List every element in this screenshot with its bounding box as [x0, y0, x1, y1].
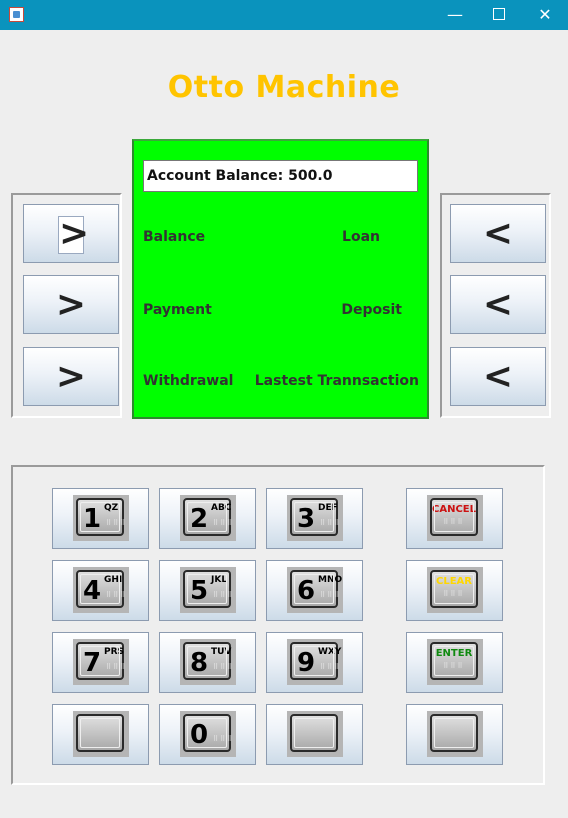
arrow-right-icon: > — [55, 284, 87, 325]
key-letters: MNO — [318, 575, 343, 585]
key-8[interactable]: 8 TUV ⠿⠿⠿ — [159, 632, 256, 693]
key-number: 1 — [83, 504, 102, 534]
key-6[interactable]: 6 MNO ⠿⠿⠿ — [266, 560, 363, 621]
key-2[interactable]: 2 ABC ⠿⠿⠿ — [159, 488, 256, 549]
braille-dots: ⠿⠿⠿ — [443, 518, 465, 526]
keypad-panel: 1 QZ ⠿⠿⠿ 2 ABC ⠿⠿⠿ 3 DEF ⠿⠿⠿ CANCEL ⠿⠿⠿ 4 GHI ⠿⠿⠿… — [11, 465, 545, 785]
blank-function-key[interactable] — [406, 704, 503, 765]
option-loan: Loan — [342, 229, 380, 245]
right-select-button-1[interactable]: < — [450, 204, 546, 263]
key-number: 4 — [83, 576, 102, 606]
cancel-label: CANCEL — [432, 504, 476, 515]
key-letters: PRS — [104, 647, 125, 657]
left-select-button-1[interactable]: > — [23, 204, 119, 263]
clear-button[interactable]: CLEAR ⠿⠿⠿ — [406, 560, 503, 621]
arrow-right-icon: > — [58, 213, 90, 254]
braille-dots: ⠿⠿⠿ — [213, 591, 235, 599]
app-title: Otto Machine — [167, 70, 401, 105]
key-number: 7 — [83, 648, 102, 678]
minimize-button[interactable]: — — [432, 0, 478, 30]
key-0[interactable]: 0 ⠿⠿⠿ — [159, 704, 256, 765]
left-side-panel: > > > — [11, 193, 122, 418]
option-latest-transaction: Lastest Trannsaction — [254, 373, 419, 389]
right-side-panel: < < < — [440, 193, 551, 418]
key-5[interactable]: 5 JKL ⠿⠿⠿ — [159, 560, 256, 621]
key-number: 2 — [190, 504, 209, 534]
option-payment: Payment — [143, 302, 212, 318]
blank-key-left[interactable] — [52, 704, 149, 765]
left-select-button-3[interactable]: > — [23, 347, 119, 406]
arrow-left-icon: < — [482, 213, 514, 254]
braille-dots: ⠿⠿⠿ — [443, 662, 465, 670]
option-balance: Balance — [143, 229, 206, 245]
braille-dots: ⠿⠿⠿ — [213, 735, 235, 743]
key-letters: TUV — [211, 647, 232, 657]
key-letters: ABC — [211, 503, 232, 513]
key-number: 0 — [190, 720, 209, 750]
braille-dots: ⠿⠿⠿ — [320, 663, 342, 671]
key-9[interactable]: 9 WXY ⠿⠿⠿ — [266, 632, 363, 693]
key-1[interactable]: 1 QZ ⠿⠿⠿ — [52, 488, 149, 549]
key-letters: JKL — [211, 575, 228, 585]
arrow-left-icon: < — [482, 356, 514, 397]
key-letters: DEF — [318, 503, 338, 513]
key-letters: QZ — [104, 503, 119, 513]
right-select-button-3[interactable]: < — [450, 347, 546, 406]
key-3[interactable]: 3 DEF ⠿⠿⠿ — [266, 488, 363, 549]
braille-dots: ⠿⠿⠿ — [213, 519, 235, 527]
cancel-button[interactable]: CANCEL ⠿⠿⠿ — [406, 488, 503, 549]
arrow-right-icon: > — [55, 356, 87, 397]
key-number: 5 — [190, 576, 209, 606]
enter-button[interactable]: ENTER ⠿⠿⠿ — [406, 632, 503, 693]
maximize-button[interactable] — [476, 0, 522, 30]
key-number: 9 — [297, 648, 316, 678]
window-titlebar: — ✕ — [0, 0, 568, 30]
key-number: 8 — [190, 648, 209, 678]
atm-screen: Account Balance: 500.0 Balance Loan Paym… — [132, 139, 429, 419]
braille-dots: ⠿⠿⠿ — [106, 591, 128, 599]
maximize-icon — [493, 8, 505, 20]
braille-dots: ⠿⠿⠿ — [106, 519, 128, 527]
java-app-icon — [9, 7, 24, 22]
option-deposit: Deposit — [341, 302, 402, 318]
key-letters: GHI — [104, 575, 123, 585]
blank-key-right[interactable] — [266, 704, 363, 765]
braille-dots: ⠿⠿⠿ — [443, 590, 465, 598]
arrow-left-icon: < — [482, 284, 514, 325]
key-7[interactable]: 7 PRS ⠿⠿⠿ — [52, 632, 149, 693]
braille-dots: ⠿⠿⠿ — [106, 663, 128, 671]
key-4[interactable]: 4 GHI ⠿⠿⠿ — [52, 560, 149, 621]
braille-dots: ⠿⠿⠿ — [320, 591, 342, 599]
clear-label: CLEAR — [436, 576, 472, 587]
key-number: 3 — [297, 504, 316, 534]
key-number: 6 — [297, 576, 316, 606]
left-select-button-2[interactable]: > — [23, 275, 119, 334]
close-button[interactable]: ✕ — [522, 0, 568, 30]
braille-dots: ⠿⠿⠿ — [320, 519, 342, 527]
option-withdrawal: Withdrawal — [143, 373, 234, 389]
key-letters: WXY — [318, 647, 342, 657]
account-balance-field[interactable]: Account Balance: 500.0 — [143, 160, 418, 192]
enter-label: ENTER — [435, 648, 473, 659]
braille-dots: ⠿⠿⠿ — [213, 663, 235, 671]
right-select-button-2[interactable]: < — [450, 275, 546, 334]
